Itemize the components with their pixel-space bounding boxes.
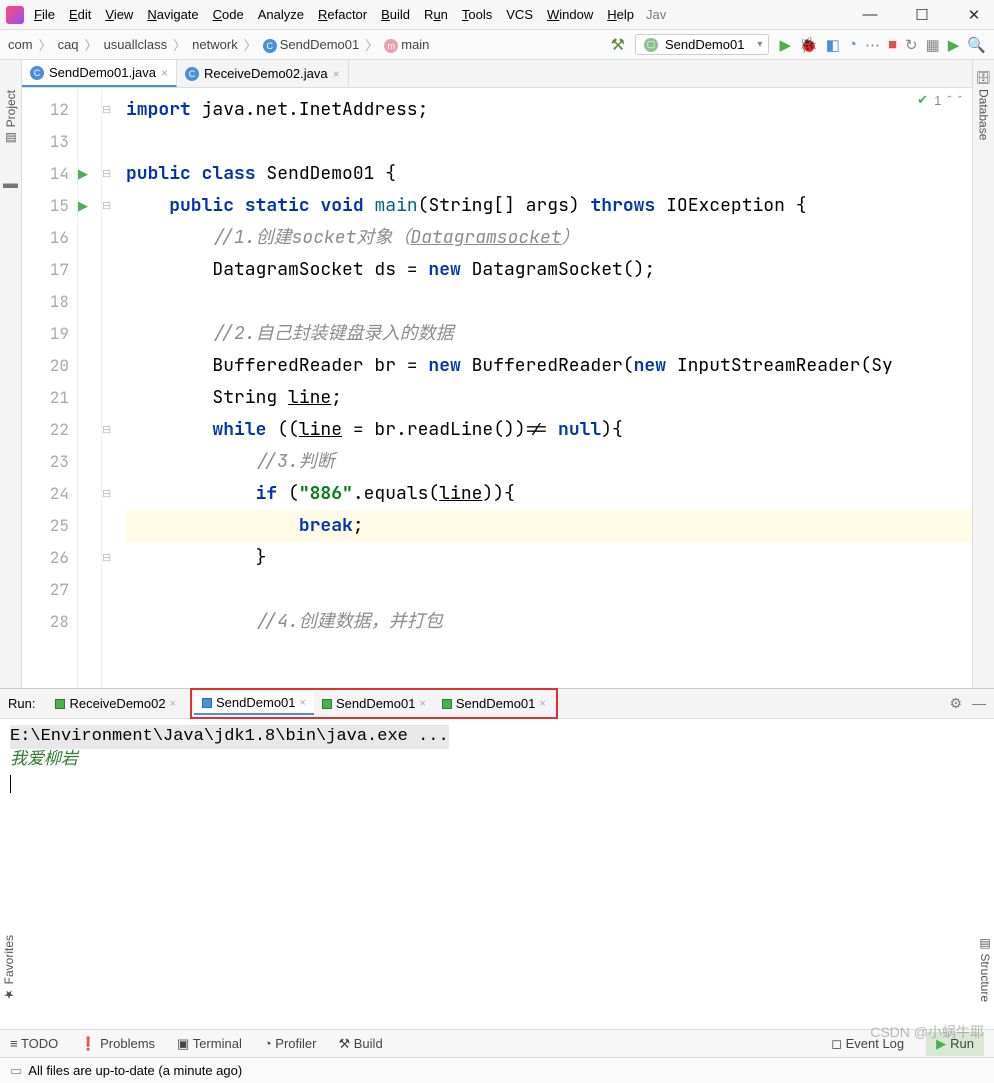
close-icon[interactable]: × xyxy=(300,697,306,709)
menu-refactor[interactable]: Refactor xyxy=(318,7,367,22)
class-icon: C xyxy=(30,66,44,80)
update-icon[interactable]: ↻ xyxy=(905,36,918,54)
running-icon xyxy=(442,699,452,709)
settings-icon[interactable]: ⚙ xyxy=(949,695,962,712)
menu-analyze[interactable]: Analyze xyxy=(258,7,304,22)
code-editor[interactable]: import java.net.InetAddress; public clas… xyxy=(120,88,972,688)
run-icon[interactable]: ▶ xyxy=(779,36,791,54)
close-tab-icon[interactable]: × xyxy=(333,67,340,81)
class-icon: C xyxy=(185,67,199,81)
menu-edit[interactable]: Edit xyxy=(69,7,91,22)
breadcrumbs: com〉 caq〉 usuallclass〉 network〉 CSendDem… xyxy=(8,35,429,54)
editor-tab[interactable]: CReceiveDemo02.java× xyxy=(177,60,349,87)
stop-icon[interactable]: ■ xyxy=(888,36,897,54)
bottom-tool-bar: ≡ TODO ❗ Problems ▣ Terminal ◔ Profiler … xyxy=(0,1029,994,1057)
toolbar-icon[interactable]: ▦ xyxy=(926,36,940,54)
crumb[interactable]: mmain xyxy=(384,37,429,53)
run-console[interactable]: E:\Environment\Java\jdk1.8\bin\java.exe … xyxy=(0,719,994,1029)
menu-view[interactable]: View xyxy=(105,7,133,22)
database-tool-button[interactable]: 🗄Database xyxy=(977,70,991,141)
run-tab[interactable]: SendDemo01× xyxy=(314,692,434,715)
build-tool-button[interactable]: ⚒ Build xyxy=(338,1036,382,1052)
close-icon[interactable]: × xyxy=(419,698,425,710)
structure-tool-button[interactable]: ▤ Structure xyxy=(978,936,992,1002)
title-bar: File Edit View Navigate Code Analyze Ref… xyxy=(0,0,994,30)
build-icon[interactable]: ⚒ xyxy=(611,35,625,55)
crumb[interactable]: com xyxy=(8,37,33,52)
menu-navigate[interactable]: Navigate xyxy=(147,7,198,22)
run-tab[interactable]: SendDemo01× xyxy=(434,692,554,715)
menu-help[interactable]: Help xyxy=(607,7,634,22)
maximize-button[interactable]: ☐ xyxy=(908,6,936,24)
todo-tool-button[interactable]: ≡ TODO xyxy=(10,1036,58,1051)
app-logo-icon xyxy=(6,6,24,24)
project-tool-button[interactable]: ▤Project xyxy=(4,90,18,145)
hide-icon[interactable]: — xyxy=(972,695,986,712)
menu-build[interactable]: Build xyxy=(381,7,410,22)
status-message: All files are up-to-date (a minute ago) xyxy=(28,1063,242,1078)
menu-tools[interactable]: Tools xyxy=(462,7,492,22)
menu-code[interactable]: Code xyxy=(213,7,244,22)
crumb[interactable]: CSendDemo01 xyxy=(263,37,360,53)
crumb[interactable]: caq xyxy=(58,37,79,52)
editor-tab[interactable]: CSendDemo01.java× xyxy=(22,60,177,87)
navigation-bar: com〉 caq〉 usuallclass〉 network〉 CSendDem… xyxy=(0,30,994,60)
highlighted-run-tabs: SendDemo01× SendDemo01× SendDemo01× xyxy=(190,688,558,719)
running-icon xyxy=(322,699,332,709)
debug-icon[interactable]: 🐞 xyxy=(799,36,818,54)
close-icon[interactable]: × xyxy=(539,698,545,710)
run-main-icon[interactable]: ▶ xyxy=(78,190,101,222)
terminal-tool-button[interactable]: ▣ Terminal xyxy=(177,1036,242,1052)
run-tab[interactable]: SendDemo01× xyxy=(194,692,314,715)
stopped-icon xyxy=(202,698,212,708)
coverage-icon[interactable]: ◧ xyxy=(826,36,840,54)
status-icon: ▭ xyxy=(10,1063,22,1079)
line-number-gutter: 1213141516171819202122232425262728 xyxy=(22,88,78,688)
run-tool-window: Run: ReceiveDemo02× SendDemo01× SendDemo… xyxy=(0,688,994,1029)
search-icon[interactable]: 🔍 xyxy=(967,36,986,54)
favorites-tool-button[interactable]: ★ Favorites xyxy=(2,935,16,1002)
close-button[interactable]: ✕ xyxy=(960,6,988,24)
menu-run[interactable]: Run xyxy=(424,7,448,22)
right-tool-strip: 🗄Database xyxy=(972,60,994,688)
menu-vcs[interactable]: VCS xyxy=(506,7,533,22)
close-tab-icon[interactable]: × xyxy=(161,66,168,80)
minimize-tool-icon[interactable]: ▬ xyxy=(3,175,18,192)
menu-file[interactable]: File xyxy=(34,7,55,22)
left-tool-strip: ▤Project ▬ xyxy=(0,60,22,688)
run-config-selector[interactable]: ▢ SendDemo01 xyxy=(635,34,770,55)
minimize-button[interactable]: — xyxy=(856,6,884,24)
watermark: CSDN @小蜗牛耶 xyxy=(870,1022,984,1042)
run-class-icon[interactable]: ▶ xyxy=(78,158,101,190)
attach-icon[interactable]: ⋯ xyxy=(865,36,880,54)
status-bar: ▭ All files are up-to-date (a minute ago… xyxy=(0,1057,994,1083)
problems-tool-button[interactable]: ❗ Problems xyxy=(80,1036,155,1052)
inspection-badge[interactable]: ✔1ˆˇ xyxy=(917,92,962,108)
close-icon[interactable]: × xyxy=(170,698,176,710)
editor-tabs: CSendDemo01.java× CReceiveDemo02.java× xyxy=(22,60,972,88)
running-icon xyxy=(55,699,65,709)
run-config-icon: ▢ xyxy=(644,38,658,52)
crumb[interactable]: network xyxy=(192,37,238,52)
run-gutter: ▶▶ xyxy=(78,88,102,688)
title-hint: Jav xyxy=(646,7,666,22)
run-tab[interactable]: ReceiveDemo02× xyxy=(47,693,184,714)
toolbar-run-icon[interactable]: ▶ xyxy=(948,36,960,54)
main-menu: File Edit View Navigate Code Analyze Ref… xyxy=(34,7,634,22)
fold-gutter: ⊟ ⊟⊟ ⊟ ⊟ ⊟ xyxy=(102,88,120,688)
profiler-tool-button[interactable]: ◔ Profiler xyxy=(264,1036,317,1051)
profile-icon[interactable]: ◔ xyxy=(848,36,857,54)
menu-window[interactable]: Window xyxy=(547,7,593,22)
crumb[interactable]: usuallclass xyxy=(104,37,168,52)
run-label: Run: xyxy=(8,696,35,711)
